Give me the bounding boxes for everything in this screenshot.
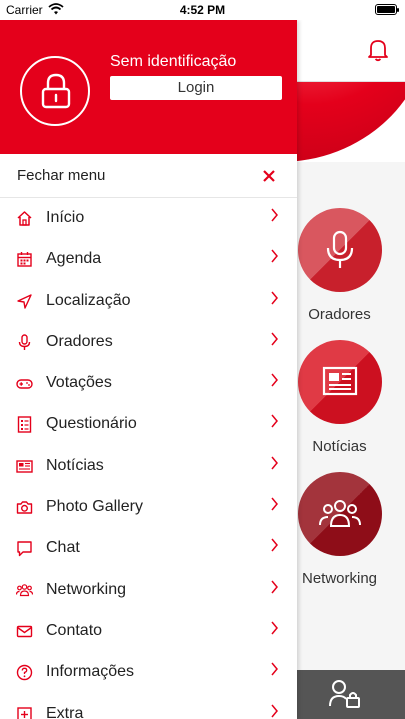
close-icon[interactable]: [262, 169, 276, 183]
home-icon: [16, 210, 33, 227]
menu-item-inicio[interactable]: Início: [0, 198, 297, 239]
chat-bubble-icon: [16, 540, 33, 557]
battery-icon: [375, 4, 399, 15]
menu-item-label: Chat: [46, 539, 80, 557]
menu-item-agenda[interactable]: Agenda: [0, 239, 297, 280]
chevron-right-icon: [271, 208, 278, 222]
menu-item-chat[interactable]: Chat: [0, 528, 297, 569]
tile-label: Notícias: [312, 438, 367, 455]
menu-item-contato[interactable]: Contato: [0, 611, 297, 652]
menu-item-votacoes[interactable]: Votações: [0, 363, 297, 404]
menu-item-noticias[interactable]: Notícias: [0, 446, 297, 487]
plus-square-icon: [16, 706, 33, 719]
menu-item-label: Photo Gallery: [46, 498, 143, 516]
menu-item-label: Contato: [46, 621, 103, 639]
menu-item-label: Notícias: [46, 456, 104, 474]
clock: 4:52 PM: [179, 3, 226, 17]
newspaper-icon: [16, 458, 33, 475]
menu-item-informacoes[interactable]: Informações: [0, 652, 297, 693]
chevron-right-icon: [271, 415, 278, 428]
chevron-right-icon: [271, 538, 278, 552]
chevron-right-icon: [271, 291, 278, 305]
menu-item-extra[interactable]: Extra: [0, 694, 297, 719]
menu-item-label: Extra: [46, 704, 84, 719]
menu-item-label: Agenda: [46, 250, 102, 268]
side-drawer: Sem identificação Login Fechar menu Iníc…: [0, 20, 297, 719]
newspaper-icon: [322, 366, 358, 396]
chevron-right-icon: [271, 249, 278, 263]
chevron-right-icon: [271, 621, 278, 635]
menu-item-label: Informações: [46, 663, 135, 681]
calendar-icon: [16, 251, 33, 268]
screen: Carrier 4:52 PM Oradores Notícias Networ…: [0, 0, 405, 719]
menu-item-photo-gallery[interactable]: Photo Gallery: [0, 487, 297, 528]
menu-item-label: Oradores: [46, 332, 113, 350]
close-menu-row[interactable]: Fechar menu: [0, 154, 297, 198]
tile-noticias[interactable]: [298, 340, 382, 424]
menu-list: Início Agenda Localização Oradores Votaç: [0, 198, 297, 719]
lock-icon: [41, 73, 71, 109]
location-arrow-icon: [16, 293, 33, 310]
chevron-right-icon: [271, 662, 278, 676]
status-bar: Carrier 4:52 PM: [0, 0, 405, 20]
menu-item-label: Questionário: [46, 415, 137, 433]
menu-item-localizacao[interactable]: Localização: [0, 281, 297, 322]
people-icon: [16, 582, 33, 599]
microphone-icon: [326, 230, 354, 268]
user-lock-icon[interactable]: [328, 678, 362, 710]
tile-label: Oradores: [308, 306, 371, 323]
menu-item-label: Networking: [46, 580, 127, 598]
chevron-right-icon: [271, 580, 278, 594]
login-button[interactable]: Login: [110, 76, 282, 100]
tile-label: Networking: [301, 570, 378, 587]
menu-item-questionario[interactable]: Questionário: [0, 404, 297, 445]
bell-icon[interactable]: [367, 38, 389, 62]
tile-networking[interactable]: [298, 472, 382, 556]
menu-item-oradores[interactable]: Oradores: [0, 322, 297, 363]
menu-item-label: Início: [46, 209, 85, 226]
user-status: Sem identificação: [110, 53, 237, 70]
gamepad-icon: [16, 375, 33, 392]
people-icon: [319, 500, 361, 527]
menu-item-label: Votações: [46, 374, 112, 392]
tile-oradores[interactable]: [298, 208, 382, 292]
menu-item-networking[interactable]: Networking: [0, 570, 297, 611]
chevron-right-icon: [271, 704, 278, 718]
menu-item-label: Localização: [46, 291, 131, 309]
chevron-right-icon: [271, 373, 278, 387]
chevron-right-icon: [271, 332, 278, 346]
microphone-icon: [16, 334, 33, 351]
avatar: [20, 56, 90, 126]
envelope-icon: [16, 623, 33, 640]
drawer-header: Sem identificação Login: [0, 20, 297, 154]
camera-icon: [16, 499, 33, 516]
close-menu-label: Fechar menu: [17, 167, 106, 184]
chevron-right-icon: [271, 456, 278, 470]
question-circle-icon: [16, 664, 33, 681]
checklist-icon: [16, 416, 33, 434]
chevron-right-icon: [271, 497, 278, 511]
